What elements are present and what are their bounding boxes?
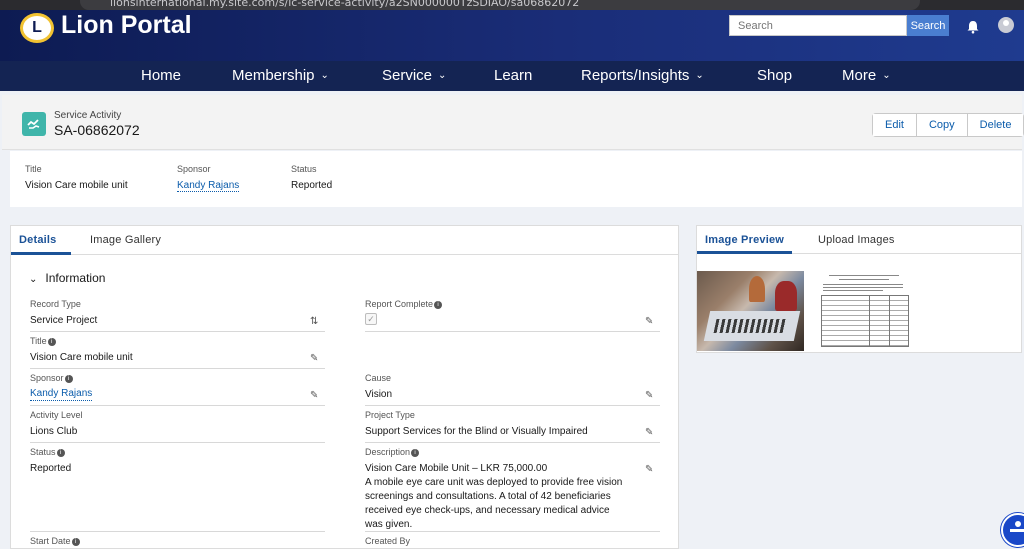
details-tabs: Details Image Gallery — [11, 226, 678, 255]
highlight-sponsor-link[interactable]: Kandy Rajans — [177, 180, 240, 192]
image-card: Image Preview Upload Images — [696, 225, 1022, 353]
highlight-title-value: Vision Care mobile unit — [25, 180, 128, 191]
user-avatar-icon[interactable] — [998, 17, 1014, 33]
edit-pencil-icon[interactable]: ✎ — [310, 390, 321, 401]
highlight-sponsor-label: Sponsor — [177, 164, 211, 174]
record-header: Service Activity SA-06862072 Edit Copy D… — [2, 95, 1024, 150]
site-header: L Lion Portal Search — [0, 10, 1024, 61]
address-bar[interactable]: lionsinternational.my.site.com/s/lc-serv… — [80, 0, 920, 10]
nav-item-shop[interactable]: Shop — [757, 67, 792, 84]
highlight-status-label: Status — [291, 164, 317, 174]
search-input[interactable] — [729, 15, 907, 36]
tab-image-gallery[interactable]: Image Gallery — [90, 234, 161, 246]
edit-pencil-icon[interactable]: ✎ — [645, 316, 656, 327]
search-button[interactable]: Search — [907, 15, 949, 36]
highlight-title-label: Title — [25, 164, 42, 174]
main-nav: Home Membership ⌄ Service ⌄ Learn Reports/… — [0, 61, 1024, 91]
details-card: Details Image Gallery ⌄ Information Recor… — [10, 225, 679, 549]
report-document-thumbnail[interactable] — [817, 271, 909, 351]
edit-pencil-icon[interactable]: ✎ — [645, 464, 656, 475]
field-description: Description i Vision Care Mobile Unit – L… — [365, 447, 660, 532]
nav-item-reports-insights[interactable]: Reports/Insights ⌄ — [581, 67, 704, 84]
chevron-down-icon: ⌄ — [320, 70, 329, 81]
nav-item-membership[interactable]: Membership ⌄ — [232, 67, 329, 84]
info-icon[interactable]: i — [71, 538, 80, 546]
record-object-label: Service Activity — [54, 110, 122, 121]
nav-item-home[interactable]: Home — [141, 67, 181, 84]
info-icon[interactable]: i — [47, 338, 56, 346]
info-icon[interactable]: i — [56, 449, 65, 457]
sponsor-link[interactable]: Kandy Rajans — [30, 388, 93, 401]
chevron-down-icon: ⌄ — [882, 70, 891, 81]
delete-button[interactable]: Delete — [967, 114, 1024, 136]
change-record-type-icon[interactable]: ⇅ — [310, 316, 321, 327]
active-tab-indicator — [11, 252, 71, 255]
copy-button[interactable]: Copy — [916, 114, 968, 136]
field-title: Title i Vision Care mobile unit ✎ — [30, 336, 325, 369]
browser-chrome: lionsinternational.my.site.com/s/lc-serv… — [0, 0, 1024, 10]
image-tabs: Image Preview Upload Images — [697, 226, 1021, 254]
address-bar-url: lionsinternational.my.site.com/s/lc-serv… — [110, 0, 580, 9]
edit-pencil-icon[interactable]: ✎ — [645, 390, 656, 401]
edit-button[interactable]: Edit — [873, 114, 917, 136]
report-complete-checkbox[interactable]: ✓ — [365, 313, 377, 325]
info-icon[interactable]: i — [434, 301, 443, 309]
field-status: Status i Reported — [30, 447, 325, 532]
edit-pencil-icon[interactable]: ✎ — [310, 353, 321, 364]
record-action-group: Edit Copy Delete — [872, 113, 1024, 137]
accessibility-icon[interactable] — [1001, 513, 1024, 547]
portal-title[interactable]: Lion Portal — [61, 11, 192, 40]
field-record-type: Record Type Service Project ⇅ — [30, 299, 325, 332]
nav-item-more[interactable]: More ⌄ — [842, 67, 891, 84]
bell-icon[interactable] — [966, 20, 980, 34]
info-icon[interactable]: i — [64, 375, 73, 383]
field-start-date: Start Date i — [30, 536, 325, 549]
field-project-type: Project Type Support Services for the Bl… — [365, 410, 660, 443]
edit-pencil-icon[interactable]: ✎ — [645, 427, 656, 438]
highlight-title: Title Vision Care mobile unit — [25, 164, 128, 191]
field-activity-level: Activity Level Lions Club — [30, 410, 325, 443]
chevron-down-icon: ⌄ — [29, 274, 38, 285]
field-cause: Cause Vision ✎ — [365, 373, 660, 406]
field-sponsor: Sponsor i Kandy Rajans ✎ — [30, 373, 325, 406]
field-report-complete: Report Complete i ✓ ✎ — [365, 299, 660, 332]
tab-details[interactable]: Details — [19, 234, 56, 246]
nav-item-service[interactable]: Service ⌄ — [382, 67, 446, 84]
highlight-status-value: Reported — [291, 180, 333, 191]
chevron-down-icon: ⌄ — [695, 70, 704, 81]
tab-image-preview[interactable]: Image Preview — [705, 234, 784, 246]
highlights-panel: Title Vision Care mobile unit Sponsor Ka… — [10, 151, 1022, 207]
highlight-sponsor: Sponsor Kandy Rajans — [177, 164, 240, 192]
active-tab-indicator — [697, 251, 792, 254]
field-created-by: Created By — [365, 536, 411, 546]
tab-upload-images[interactable]: Upload Images — [818, 234, 895, 246]
chevron-down-icon: ⌄ — [438, 70, 447, 81]
section-header-information[interactable]: ⌄ Information — [29, 271, 105, 285]
info-icon[interactable]: i — [411, 449, 420, 457]
record-name: SA-06862072 — [54, 122, 140, 138]
service-activity-icon — [22, 112, 46, 136]
nav-item-learn[interactable]: Learn — [494, 67, 532, 84]
service-photo-thumbnail[interactable] — [697, 271, 804, 351]
highlight-status: Status Reported — [291, 164, 332, 191]
lions-logo-icon[interactable]: L — [20, 13, 54, 43]
